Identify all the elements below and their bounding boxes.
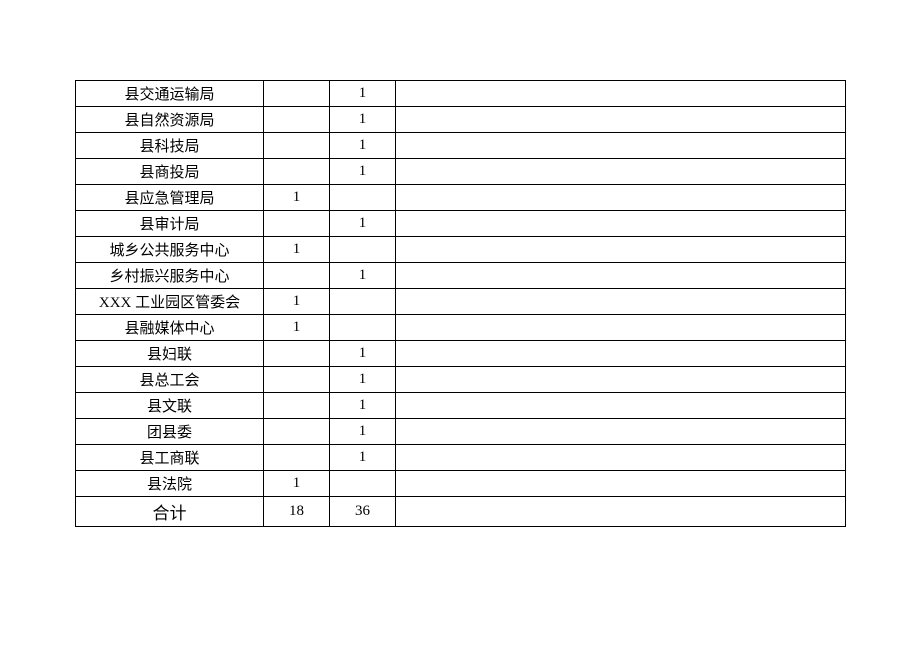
cell-col3: 1 [330,445,396,471]
cell-col3: 1 [330,133,396,159]
cell-col4 [396,237,846,263]
table-row: XXX 工业园区管委会 1 [76,289,846,315]
cell-name: 县法院 [76,471,264,497]
cell-col4 [396,367,846,393]
cell-col4 [396,315,846,341]
cell-col3: 1 [330,393,396,419]
table-body: 县交通运输局 1 县自然资源局 1 县科技局 1 县商投局 1 [76,81,846,527]
cell-name: 县商投局 [76,159,264,185]
cell-name: XXX 工业园区管委会 [76,289,264,315]
cell-name: 县应急管理局 [76,185,264,211]
table-row: 县工商联 1 [76,445,846,471]
table-row: 县文联 1 [76,393,846,419]
cell-col3: 1 [330,419,396,445]
cell-col4 [396,107,846,133]
cell-col3: 1 [330,263,396,289]
cell-col3: 1 [330,81,396,107]
cell-col3: 1 [330,107,396,133]
cell-col4 [396,81,846,107]
cell-name: 县自然资源局 [76,107,264,133]
cell-col3: 1 [330,367,396,393]
table-row: 城乡公共服务中心 1 [76,237,846,263]
cell-col2 [264,133,330,159]
table-row: 县融媒体中心 1 [76,315,846,341]
table-row: 乡村振兴服务中心 1 [76,263,846,289]
cell-col3: 1 [330,159,396,185]
cell-col4 [396,393,846,419]
table-container: 县交通运输局 1 县自然资源局 1 县科技局 1 县商投局 1 [75,80,845,527]
cell-name: 县工商联 [76,445,264,471]
cell-name: 乡村振兴服务中心 [76,263,264,289]
cell-col2 [264,263,330,289]
cell-col3 [330,289,396,315]
cell-col4 [396,289,846,315]
cell-col2: 1 [264,471,330,497]
cell-col4 [396,445,846,471]
cell-total-label: 合计 [76,497,264,527]
cell-col4 [396,159,846,185]
cell-col2 [264,159,330,185]
cell-name: 团县委 [76,419,264,445]
cell-total-col4 [396,497,846,527]
table-row: 县审计局 1 [76,211,846,237]
cell-col2 [264,393,330,419]
cell-name: 城乡公共服务中心 [76,237,264,263]
cell-name: 县交通运输局 [76,81,264,107]
cell-col4 [396,133,846,159]
cell-col2 [264,367,330,393]
cell-col4 [396,211,846,237]
cell-col2: 1 [264,289,330,315]
cell-col4 [396,263,846,289]
table-row: 县科技局 1 [76,133,846,159]
cell-name: 县文联 [76,393,264,419]
cell-col3: 1 [330,211,396,237]
cell-col3 [330,185,396,211]
cell-col3 [330,471,396,497]
cell-col2: 1 [264,237,330,263]
cell-col2: 1 [264,315,330,341]
table-row: 县交通运输局 1 [76,81,846,107]
cell-col3 [330,237,396,263]
cell-col4 [396,185,846,211]
cell-name: 县妇联 [76,341,264,367]
cell-col2 [264,419,330,445]
table-row: 团县委 1 [76,419,846,445]
table-row: 县自然资源局 1 [76,107,846,133]
table-row: 县妇联 1 [76,341,846,367]
cell-col3 [330,315,396,341]
cell-col3: 1 [330,341,396,367]
table-row: 县商投局 1 [76,159,846,185]
cell-name: 县审计局 [76,211,264,237]
cell-col4 [396,419,846,445]
cell-name: 县科技局 [76,133,264,159]
table-row: 县总工会 1 [76,367,846,393]
cell-col2: 1 [264,185,330,211]
cell-total-col2: 18 [264,497,330,527]
cell-col2 [264,107,330,133]
data-table: 县交通运输局 1 县自然资源局 1 县科技局 1 县商投局 1 [75,80,846,527]
cell-name: 县融媒体中心 [76,315,264,341]
cell-col2 [264,81,330,107]
cell-col2 [264,341,330,367]
table-row: 县法院 1 [76,471,846,497]
cell-col2 [264,211,330,237]
table-total-row: 合计 18 36 [76,497,846,527]
table-row: 县应急管理局 1 [76,185,846,211]
cell-col2 [264,445,330,471]
cell-col4 [396,341,846,367]
cell-name: 县总工会 [76,367,264,393]
cell-total-col3: 36 [330,497,396,527]
cell-col4 [396,471,846,497]
